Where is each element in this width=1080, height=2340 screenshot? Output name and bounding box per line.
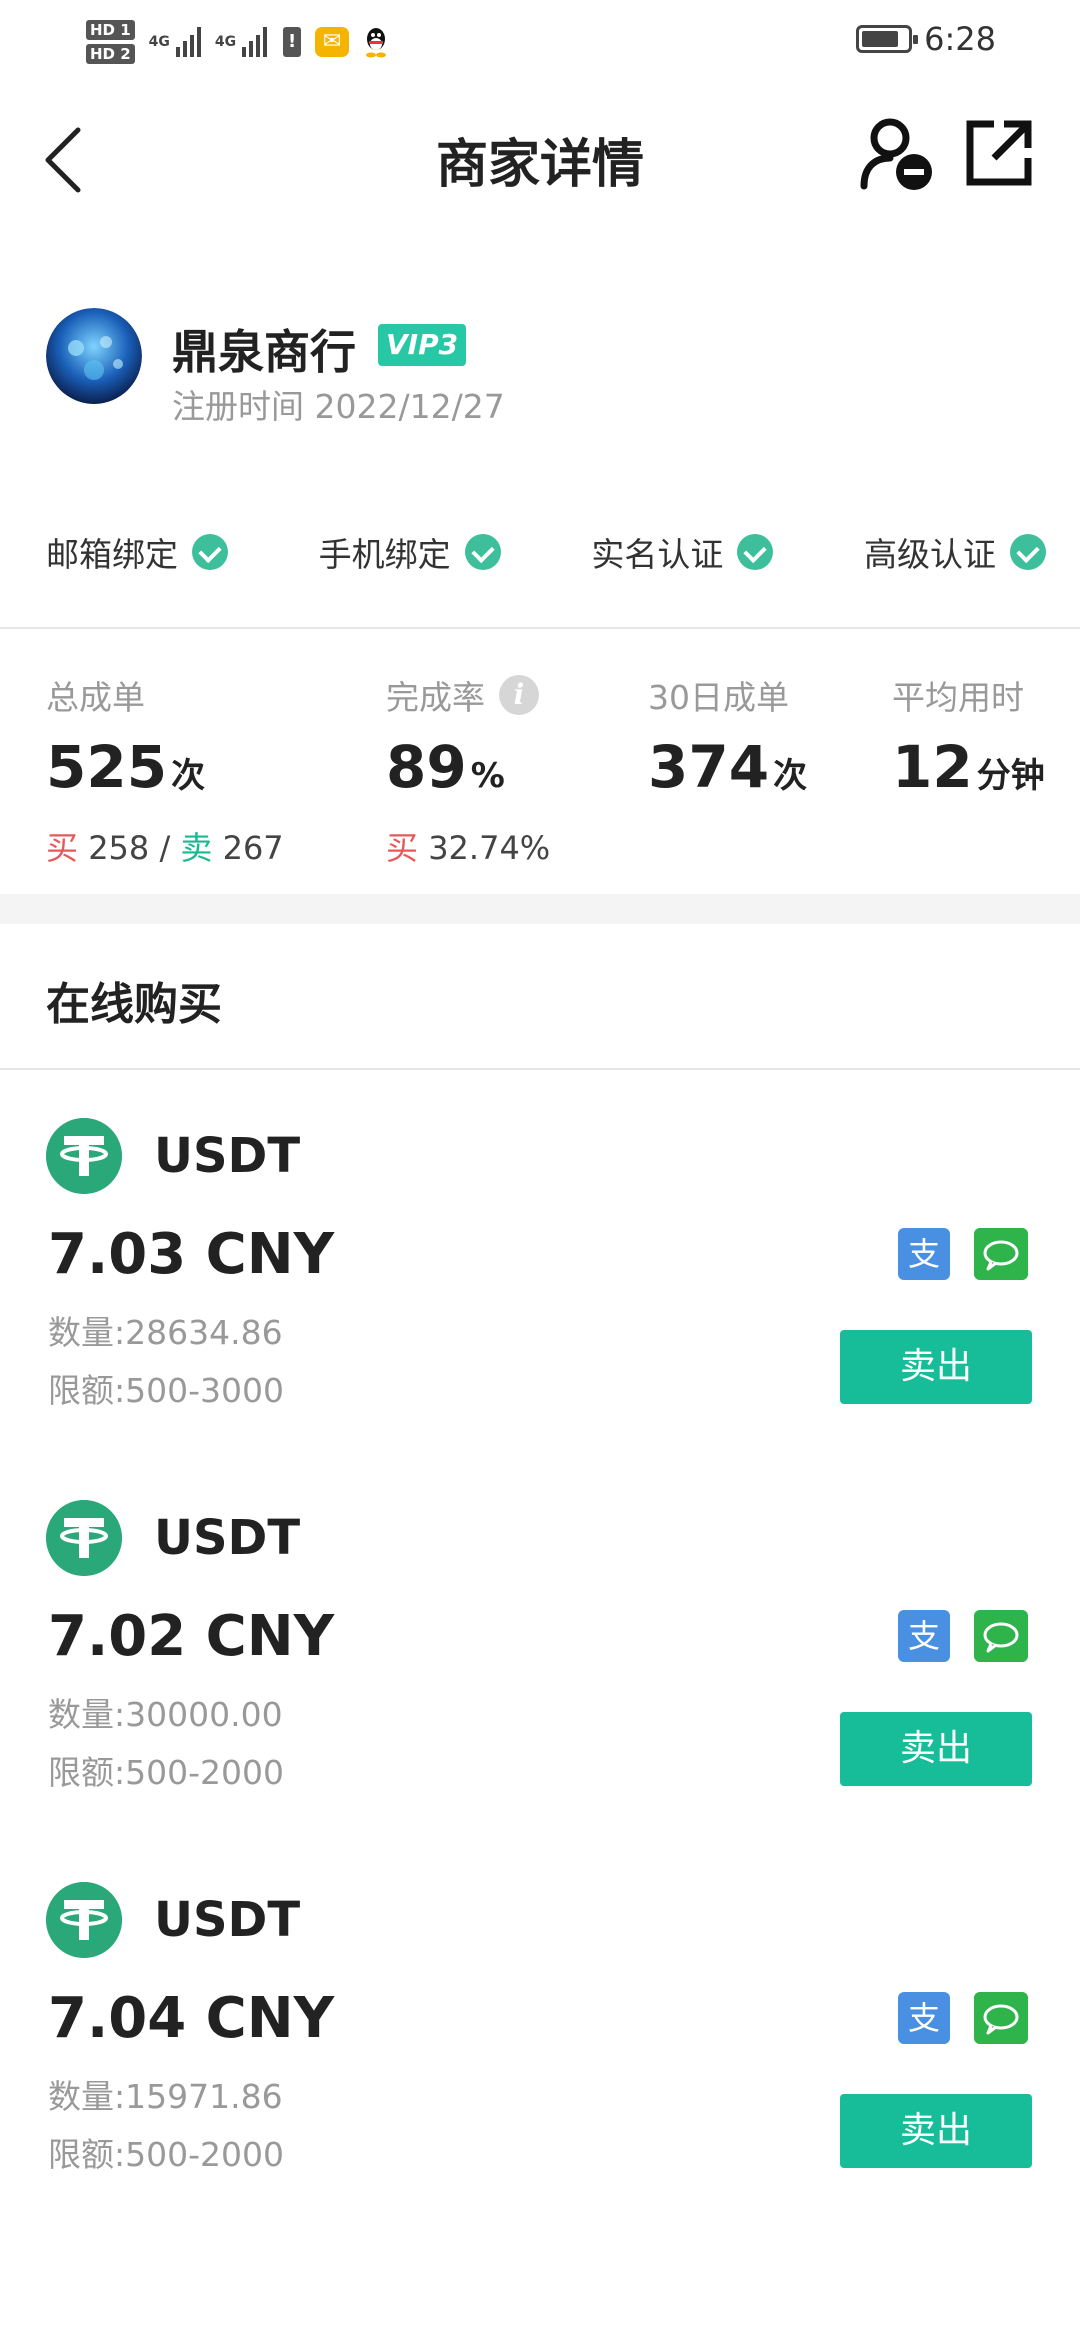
signal-icon — [175, 27, 201, 57]
offer-quantity: 数量:15971.86 — [48, 2077, 283, 2116]
check-icon — [737, 534, 774, 570]
wechat-pay-icon — [974, 1992, 1028, 2044]
section-title: 在线购买 — [46, 979, 222, 1030]
alipay-icon: 支 — [898, 1992, 950, 2044]
hd2-indicator: HD 2 — [86, 44, 135, 64]
usdt-icon — [46, 1118, 122, 1194]
network-type-1: 4G — [148, 34, 170, 50]
offer-limit: 限额:500-2000 — [48, 2135, 284, 2174]
stat-total-orders: 总成单 525 次 买 258 / 卖 267 — [46, 670, 284, 869]
wechat-pay-icon — [974, 1228, 1028, 1280]
offer-card: USDT 7.02 CNY 数量:30000.00 限额:500-2000 支 … — [0, 1500, 1080, 1882]
buy-label: 买 — [386, 829, 419, 867]
header: 商家详情 — [0, 84, 1080, 224]
offer-quantity: 数量:28634.86 — [48, 1313, 283, 1352]
wechat-pay-icon — [974, 1610, 1028, 1662]
stat-orders-30d: 30日成单 374 次 — [648, 670, 807, 809]
offer-card: USDT 7.04 CNY 数量:15971.86 限额:500-2000 支 … — [0, 1882, 1080, 2264]
info-icon[interactable]: i — [499, 675, 539, 715]
completion-rate-unit: % — [470, 756, 505, 796]
offer-quantity: 数量:30000.00 — [48, 1695, 283, 1734]
verification-advanced: 高级认证 — [864, 526, 1046, 578]
completion-rate-value: 89 — [386, 733, 467, 801]
stat-label: 完成率 — [386, 678, 485, 717]
hd1-indicator: HD 1 — [86, 20, 135, 40]
stat-label-row: 完成率 i — [386, 670, 550, 720]
mail-icon: ✉ — [315, 27, 350, 57]
coin-name: USDT — [154, 1892, 301, 1948]
avg-time-unit: 分钟 — [976, 756, 1045, 796]
register-time: 注册时间 2022/12/27 — [172, 387, 505, 426]
alipay-icon: 支 — [898, 1610, 950, 1662]
status-right: 6:28 — [856, 20, 996, 58]
sell-value: 267 — [222, 829, 284, 867]
external-link-icon[interactable] — [964, 118, 1034, 188]
verification-label: 邮箱绑定 — [46, 535, 178, 574]
total-orders-unit: 次 — [171, 756, 206, 796]
qq-icon — [366, 28, 387, 58]
divider — [0, 627, 1080, 629]
alipay-icon: 支 — [898, 1228, 950, 1280]
separator: / — [159, 829, 171, 867]
offer-price: 7.04 CNY — [48, 1986, 335, 2051]
verification-phone: 手机绑定 — [319, 526, 501, 578]
check-icon — [464, 534, 501, 570]
verification-label: 实名认证 — [591, 535, 724, 574]
offer-limit: 限额:500-3000 — [48, 1371, 284, 1410]
offer-price: 7.03 CNY — [48, 1222, 335, 1287]
stat-value-row: 525 次 — [46, 734, 284, 809]
sell-button[interactable]: 卖出 — [840, 1712, 1032, 1786]
stat-value-row: 12 分钟 — [892, 734, 1045, 809]
section-separator — [0, 894, 1080, 924]
offer-limit: 限额:500-2000 — [48, 1753, 284, 1792]
verification-row: 邮箱绑定 手机绑定 实名认证 高级认证 — [46, 526, 1046, 578]
avg-time-value: 12 — [892, 733, 973, 801]
orders-30d-unit: 次 — [773, 756, 808, 796]
sell-label: 卖 — [180, 829, 213, 867]
verification-label: 高级认证 — [863, 535, 996, 574]
stat-avg-time: 平均用时 12 分钟 — [892, 670, 1045, 809]
divider — [0, 1068, 1080, 1070]
status-left: HD 1 HD 2 4G 4G ! ✉ — [86, 12, 391, 72]
battery-icon — [856, 25, 919, 53]
vip-badge: VIP3 — [378, 324, 467, 366]
coin-name: USDT — [154, 1510, 301, 1566]
stat-value-row: 374 次 — [648, 734, 807, 809]
check-icon — [1009, 534, 1046, 570]
offer-price: 7.02 CNY — [48, 1604, 335, 1669]
verification-realname: 实名认证 — [591, 526, 774, 578]
verification-label: 手机绑定 — [318, 535, 451, 574]
offer-card: USDT 7.03 CNY 数量:28634.86 限额:500-3000 支 … — [0, 1118, 1080, 1500]
user-minus-icon[interactable] — [858, 114, 938, 194]
merchant-name: 鼎泉商行 — [172, 325, 356, 379]
usdt-icon — [46, 1500, 122, 1576]
signal-icon — [242, 27, 268, 57]
hd-indicators: HD 1 HD 2 — [86, 20, 135, 64]
stat-label: 总成单 — [46, 678, 145, 717]
sell-button[interactable]: 卖出 — [840, 1330, 1032, 1404]
stat-completion-rate: 完成率 i 89% 买 32.74% — [386, 670, 550, 869]
verification-email: 邮箱绑定 — [46, 526, 228, 578]
check-icon — [192, 534, 228, 570]
buy-label: 买 — [46, 829, 79, 867]
stat-label: 平均用时 — [892, 678, 1024, 717]
usdt-icon — [46, 1882, 122, 1958]
total-orders-value: 525 — [46, 733, 168, 801]
buy-value: 258 — [88, 829, 150, 867]
buy-completion: 买 32.74% — [386, 823, 550, 869]
clock: 6:28 — [924, 20, 996, 58]
status-bar: HD 1 HD 2 4G 4G ! ✉ 6:28 — [0, 0, 1080, 84]
sell-button[interactable]: 卖出 — [840, 2094, 1032, 2168]
coin-name: USDT — [154, 1128, 301, 1184]
merchant-info: 鼎泉商行 VIP3 注册时间 2022/12/27 — [46, 308, 1036, 426]
orders-30d-value: 374 — [648, 733, 770, 801]
buy-sell-breakdown: 买 258 / 卖 267 — [46, 823, 284, 869]
buy-completion-value: 32.74% — [428, 829, 551, 867]
stat-label: 30日成单 — [648, 678, 789, 717]
network-type-2: 4G — [214, 34, 237, 50]
alert-icon: ! — [283, 27, 302, 57]
stat-value-row: 89% — [386, 734, 550, 809]
avatar[interactable] — [46, 308, 142, 404]
